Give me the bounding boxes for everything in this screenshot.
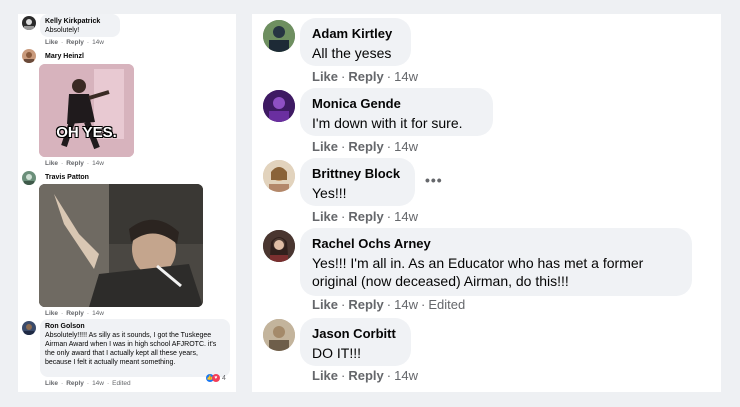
avatar[interactable] [263, 20, 295, 52]
gif-caption: OH YES. [56, 124, 117, 141]
gif-attachment[interactable]: OH YES. [39, 64, 134, 157]
right-comments-panel: Adam Kirtley All the yeses Like · Reply · 14… [252, 14, 721, 392]
comment-time[interactable]: 14w [92, 160, 104, 167]
comment-author[interactable]: Brittney Block [312, 166, 400, 182]
comment-time[interactable]: 14w [394, 368, 418, 383]
avatar[interactable] [263, 230, 295, 262]
comment-author[interactable]: Rachel Ochs Arney [312, 236, 431, 252]
comment-actions: Like · Reply · 14w · Edited [312, 297, 466, 312]
comment-bubble: Adam Kirtley All the yeses [300, 18, 411, 66]
comment-time[interactable]: 14w [92, 380, 104, 387]
avatar[interactable] [22, 321, 36, 335]
avatar[interactable] [22, 171, 36, 185]
comment-time[interactable]: 14w [394, 209, 418, 224]
gif-attachment[interactable] [39, 184, 203, 307]
comment-actions: Like · Reply · 14w · Edited [45, 380, 131, 387]
comment-actions: Like · Reply · 14w [312, 69, 418, 84]
avatar[interactable] [263, 90, 295, 122]
reaction-summary[interactable]: 👍 ♥ 4 [206, 374, 226, 382]
like-link[interactable]: Like [45, 160, 58, 167]
comment-text: All the yeses [312, 45, 392, 61]
avatar[interactable] [22, 49, 36, 63]
like-link[interactable]: Like [45, 380, 58, 387]
comment-bubble: Kelly Kirkpatrick Absolutely! [40, 14, 120, 37]
comment-actions: Like · Reply · 14w [45, 160, 104, 167]
comment-text: Yes!!! I'm all in. As an Educator who ha… [312, 255, 644, 289]
edited-label[interactable]: Edited [112, 380, 130, 387]
like-link[interactable]: Like [45, 39, 58, 46]
comment-bubble: Rachel Ochs Arney Yes!!! I'm all in. As … [300, 228, 692, 296]
comment-time[interactable]: 14w [394, 69, 418, 84]
comment-actions: Like · Reply · 14w [312, 139, 418, 154]
more-options-icon[interactable]: ••• [425, 172, 443, 188]
reply-link[interactable]: Reply [348, 297, 383, 312]
comment-author[interactable]: Adam Kirtley [312, 26, 392, 42]
comment-text: DO IT!!! [312, 345, 361, 361]
avatar[interactable] [263, 319, 295, 351]
reply-link[interactable]: Reply [66, 39, 84, 46]
comment-text: Absolutely!!!!! As silly as it sounds, I… [45, 332, 217, 366]
gif-image [39, 184, 203, 307]
reply-link[interactable]: Reply [66, 160, 84, 167]
left-comments-panel: Kelly Kirkpatrick Absolutely! Like · Reply… [18, 14, 236, 392]
like-link[interactable]: Like [45, 310, 58, 317]
comment-time[interactable]: 14w [394, 297, 418, 312]
comment-author[interactable]: Mary Heinzl [45, 52, 84, 61]
comment-author[interactable]: Monica Gende [312, 96, 401, 112]
comment-text: Absolutely! [45, 27, 80, 34]
comment-text: Yes!!! [312, 185, 347, 201]
reaction-count: 4 [222, 374, 226, 382]
comment-author[interactable]: Ron Golson [45, 322, 85, 331]
comment-time[interactable]: 14w [92, 39, 104, 46]
heart-reaction-icon: ♥ [212, 374, 220, 382]
comment-author[interactable]: Kelly Kirkpatrick [45, 17, 100, 26]
like-link[interactable]: Like [312, 139, 338, 154]
reply-link[interactable]: Reply [348, 368, 383, 383]
comment-bubble: Monica Gende I'm down with it for sure. [300, 88, 493, 136]
edited-label[interactable]: Edited [428, 297, 465, 312]
like-link[interactable]: Like [312, 69, 338, 84]
comment-author[interactable]: Travis Patton [45, 173, 89, 182]
reply-link[interactable]: Reply [66, 380, 84, 387]
reply-link[interactable]: Reply [66, 310, 84, 317]
comment-actions: Like · Reply · 14w [312, 368, 418, 383]
gif-image [39, 64, 134, 157]
reply-link[interactable]: Reply [348, 139, 383, 154]
like-link[interactable]: Like [312, 209, 338, 224]
comment-bubble: Jason Corbitt DO IT!!! [300, 318, 411, 366]
comment-bubble: Ron Golson Absolutely!!!!! As silly as i… [40, 319, 230, 377]
comment-author[interactable]: Jason Corbitt [312, 326, 396, 342]
comment-actions: Like · Reply · 14w [45, 39, 104, 46]
comment-actions: Like · Reply · 14w [312, 209, 418, 224]
comment-time[interactable]: 14w [92, 310, 104, 317]
like-link[interactable]: Like [312, 368, 338, 383]
comment-bubble: Brittney Block Yes!!! [300, 158, 415, 206]
reply-link[interactable]: Reply [348, 69, 383, 84]
avatar[interactable] [22, 16, 36, 30]
comment-time[interactable]: 14w [394, 139, 418, 154]
comment-actions: Like · Reply · 14w [45, 310, 104, 317]
avatar[interactable] [263, 160, 295, 192]
like-link[interactable]: Like [312, 297, 338, 312]
reply-link[interactable]: Reply [348, 209, 383, 224]
comment-text: I'm down with it for sure. [312, 115, 463, 131]
